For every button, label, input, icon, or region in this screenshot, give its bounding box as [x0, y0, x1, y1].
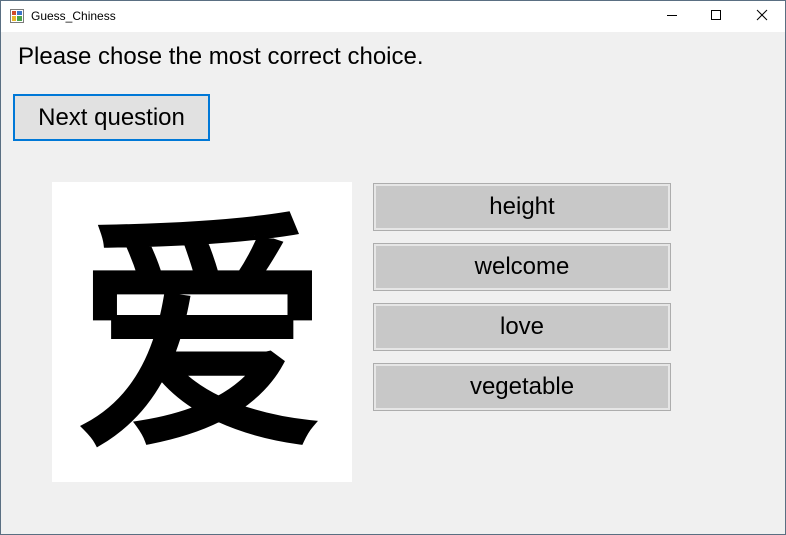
chinese-character: 爱 — [76, 191, 328, 482]
choice-button-height[interactable]: height — [373, 183, 671, 231]
choice-button-love[interactable]: love — [373, 303, 671, 351]
title-bar[interactable]: Guess_Chiness — [1, 1, 785, 32]
window-title: Guess_Chiness — [31, 9, 116, 23]
app-window: Guess_Chiness Please chose the most corr… — [0, 0, 786, 535]
choice-button-welcome[interactable]: welcome — [373, 243, 671, 291]
maximize-button[interactable] — [693, 1, 739, 32]
maximize-icon — [710, 8, 722, 26]
close-icon — [756, 8, 768, 26]
next-question-button[interactable]: Next question — [13, 94, 210, 141]
app-icon — [10, 9, 24, 23]
choice-button-vegetable[interactable]: vegetable — [373, 363, 671, 411]
question-prompt: Please chose the most correct choice. — [18, 43, 424, 70]
minimize-icon — [666, 8, 678, 26]
close-button[interactable] — [739, 1, 785, 32]
minimize-button[interactable] — [649, 1, 695, 32]
character-image: 爱 — [52, 182, 352, 482]
